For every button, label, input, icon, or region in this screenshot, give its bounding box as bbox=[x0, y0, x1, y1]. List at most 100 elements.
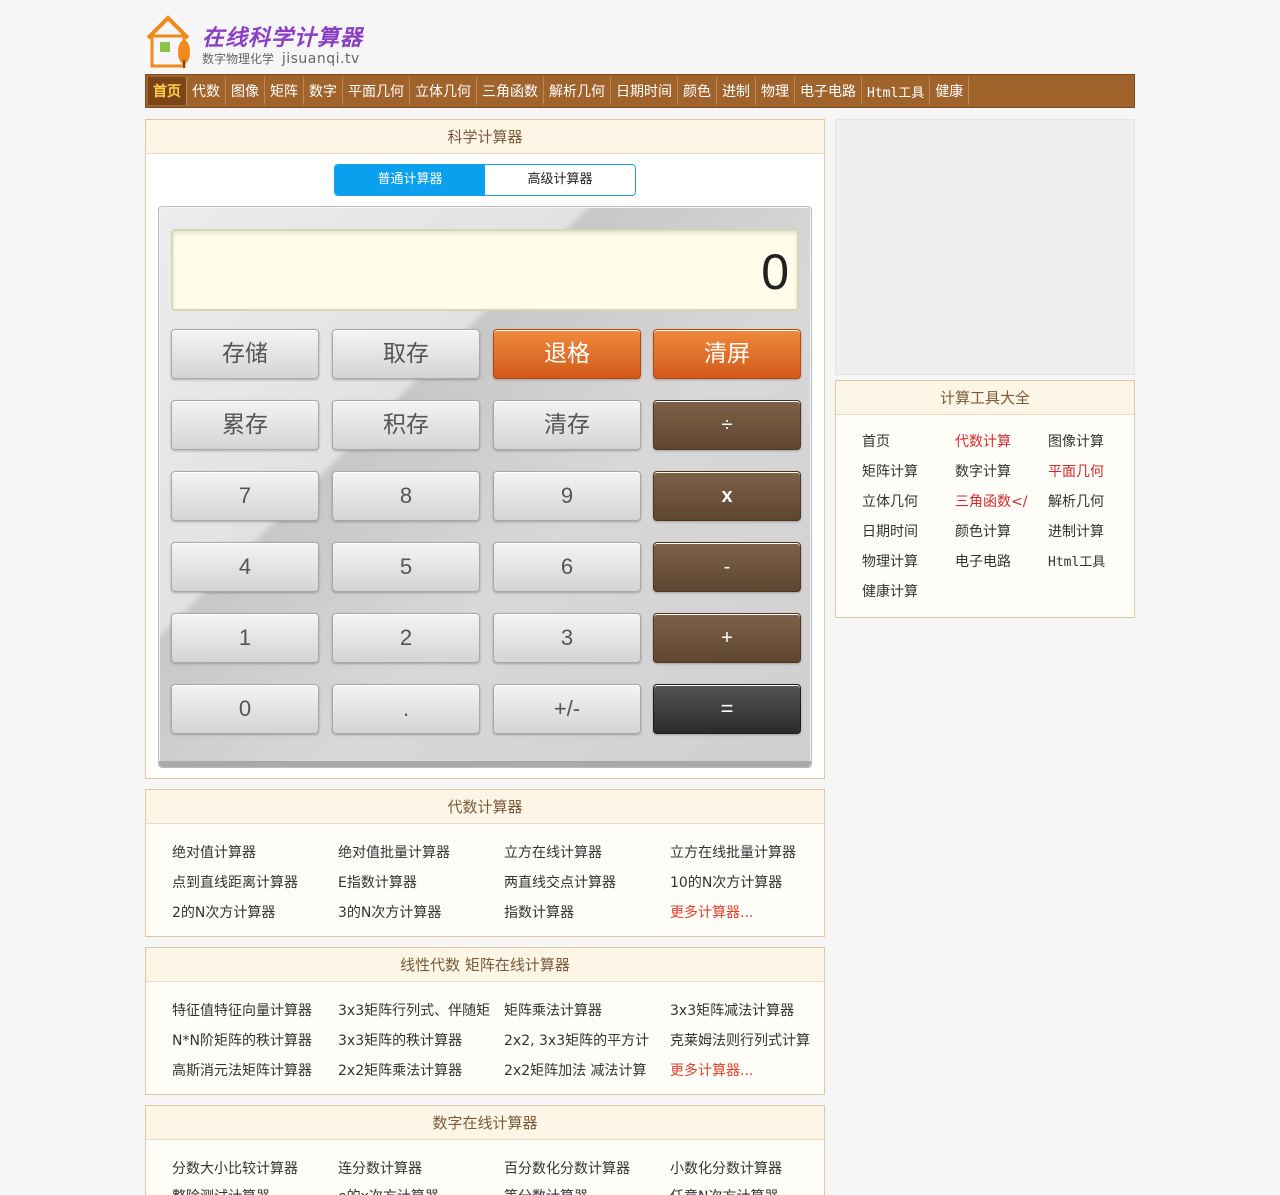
digit-0-button[interactable]: 0 bbox=[171, 684, 319, 734]
tab-advanced-calculator[interactable]: 高级计算器 bbox=[485, 165, 635, 195]
nav-item-home[interactable]: 首页 bbox=[148, 77, 187, 105]
list-item[interactable]: 高斯消元法矩阵计算器 bbox=[172, 1060, 312, 1080]
list-item[interactable]: 两直线交点计算器 bbox=[504, 872, 616, 892]
memory-multiply-button[interactable]: 积存 bbox=[332, 400, 480, 450]
list-item[interactable]: 3x3矩阵的秩计算器 bbox=[338, 1030, 462, 1050]
list-item[interactable]: 等分数计算器 bbox=[504, 1186, 588, 1195]
list-item[interactable]: 指数计算器 bbox=[504, 902, 574, 922]
digit-8-button[interactable]: 8 bbox=[332, 471, 480, 521]
tool-link-plane-geometry[interactable]: 平面几何 bbox=[1048, 461, 1104, 481]
list-item[interactable]: e的x次方计算器 bbox=[338, 1186, 439, 1195]
nav-item-algebra[interactable]: 代数 bbox=[187, 77, 226, 105]
nav-item-circuit[interactable]: 电子电路 bbox=[795, 77, 862, 105]
site-logo[interactable]: 在线科学计算器 数字物理化学 jisuanqi.tv bbox=[144, 10, 384, 70]
digit-1-button[interactable]: 1 bbox=[171, 613, 319, 663]
list-item[interactable]: 2x2, 3x3矩阵的平方计 bbox=[504, 1030, 649, 1050]
list-item[interactable]: 连分数计算器 bbox=[338, 1158, 422, 1178]
equals-button[interactable]: = bbox=[653, 684, 801, 734]
list-item[interactable]: 克莱姆法则行列式计算 bbox=[670, 1030, 810, 1050]
tool-link-graph[interactable]: 图像计算 bbox=[1048, 431, 1104, 451]
tool-link-home[interactable]: 首页 bbox=[862, 431, 890, 451]
logo-domain: jisuanqi.tv bbox=[281, 51, 360, 67]
clear-screen-button[interactable]: 清屏 bbox=[653, 329, 801, 379]
decimal-point-button[interactable]: . bbox=[332, 684, 480, 734]
tool-link-date-time[interactable]: 日期时间 bbox=[862, 521, 918, 541]
list-item[interactable]: 分数大小比较计算器 bbox=[172, 1158, 298, 1178]
tool-link-algebra[interactable]: 代数计算 bbox=[955, 431, 1011, 451]
list-item[interactable]: 点到直线距离计算器 bbox=[172, 872, 298, 892]
more-algebra-link[interactable]: 更多计算器... bbox=[670, 902, 753, 922]
memory-add-button[interactable]: 累存 bbox=[171, 400, 319, 450]
digit-3-button[interactable]: 3 bbox=[493, 613, 641, 663]
list-item[interactable]: 特征值特征向量计算器 bbox=[172, 1000, 312, 1020]
nav-item-plane-geometry[interactable]: 平面几何 bbox=[343, 77, 410, 105]
tool-link-analytic-geometry[interactable]: 解析几何 bbox=[1048, 491, 1104, 511]
tool-link-matrix[interactable]: 矩阵计算 bbox=[862, 461, 918, 481]
digit-2-button[interactable]: 2 bbox=[332, 613, 480, 663]
digit-5-button[interactable]: 5 bbox=[332, 542, 480, 592]
nav-item-health[interactable]: 健康 bbox=[930, 77, 970, 105]
tool-link-physics[interactable]: 物理计算 bbox=[862, 551, 918, 571]
list-item[interactable]: 小数化分数计算器 bbox=[670, 1158, 782, 1178]
house-logo-icon bbox=[146, 15, 190, 68]
nav-item-color[interactable]: 颜色 bbox=[678, 77, 717, 105]
list-item[interactable]: E指数计算器 bbox=[338, 872, 417, 892]
matrix-panel-title: 线性代数 矩阵在线计算器 bbox=[146, 948, 824, 982]
subtract-button[interactable]: - bbox=[653, 542, 801, 592]
list-item[interactable]: 3的N次方计算器 bbox=[338, 902, 441, 922]
list-item[interactable]: 2x2矩阵乘法计算器 bbox=[338, 1060, 462, 1080]
nav-item-trigonometry[interactable]: 三角函数 bbox=[477, 77, 544, 105]
nav-item-radix[interactable]: 进制 bbox=[717, 77, 756, 105]
negate-button[interactable]: +/- bbox=[493, 684, 641, 734]
calculator-body: 0 存储 取存 退格 清屏 累存 积存 清存 ÷ 7 8 9 x 4 5 6 -… bbox=[158, 206, 812, 768]
list-item[interactable]: 整除测试计算器 bbox=[172, 1186, 270, 1195]
tool-link-html[interactable]: Html工具 bbox=[1048, 551, 1105, 570]
memory-recall-button[interactable]: 取存 bbox=[332, 329, 480, 379]
nav-item-html-tools[interactable]: Html工具 bbox=[862, 77, 931, 105]
list-item[interactable]: 百分数化分数计算器 bbox=[504, 1158, 630, 1178]
list-item[interactable]: 2x2矩阵加法 减法计算 bbox=[504, 1060, 647, 1080]
tool-link-color[interactable]: 颜色计算 bbox=[955, 521, 1011, 541]
backspace-button[interactable]: 退格 bbox=[493, 329, 641, 379]
list-item[interactable]: 2的N次方计算器 bbox=[172, 902, 275, 922]
nav-item-graph[interactable]: 图像 bbox=[226, 77, 265, 105]
tool-link-health[interactable]: 健康计算 bbox=[862, 581, 918, 601]
nav-item-physics[interactable]: 物理 bbox=[756, 77, 795, 105]
nav-item-number[interactable]: 数字 bbox=[304, 77, 343, 105]
digit-7-button[interactable]: 7 bbox=[171, 471, 319, 521]
tool-link-number[interactable]: 数字计算 bbox=[955, 461, 1011, 481]
list-item[interactable]: 绝对值批量计算器 bbox=[338, 842, 450, 862]
tool-link-trigonometry[interactable]: 三角函数</ bbox=[955, 491, 1027, 511]
main-nav: 首页 代数 图像 矩阵 数字 平面几何 立体几何 三角函数 解析几何 日期时间 … bbox=[145, 74, 1135, 108]
tab-basic-calculator[interactable]: 普通计算器 bbox=[335, 165, 485, 195]
memory-clear-button[interactable]: 清存 bbox=[493, 400, 641, 450]
multiply-button[interactable]: x bbox=[653, 471, 801, 521]
tool-link-circuit[interactable]: 电子电路 bbox=[955, 551, 1011, 571]
add-button[interactable]: + bbox=[653, 613, 801, 663]
divide-button[interactable]: ÷ bbox=[653, 400, 801, 450]
nav-item-analytic-geometry[interactable]: 解析几何 bbox=[544, 77, 611, 105]
list-item[interactable]: 3x3矩阵减法计算器 bbox=[670, 1000, 794, 1020]
list-item[interactable]: 立方在线批量计算器 bbox=[670, 842, 796, 862]
memory-store-button[interactable]: 存储 bbox=[171, 329, 319, 379]
nav-item-matrix[interactable]: 矩阵 bbox=[265, 77, 304, 105]
digit-9-button[interactable]: 9 bbox=[493, 471, 641, 521]
tool-link-solid-geometry[interactable]: 立体几何 bbox=[862, 491, 918, 511]
algebra-panel: 代数计算器 绝对值计算器 绝对值批量计算器 立方在线计算器 立方在线批量计算器 … bbox=[145, 789, 825, 937]
calculator-tabs: 普通计算器 高级计算器 bbox=[334, 164, 636, 196]
list-item[interactable]: 立方在线计算器 bbox=[504, 842, 602, 862]
list-item[interactable]: 绝对值计算器 bbox=[172, 842, 256, 862]
list-item[interactable]: 任意N次方计算器 bbox=[670, 1186, 778, 1195]
digit-4-button[interactable]: 4 bbox=[171, 542, 319, 592]
logo-subtitle-text: 数字物理化学 bbox=[202, 52, 275, 66]
nav-item-date-time[interactable]: 日期时间 bbox=[611, 77, 678, 105]
nav-item-solid-geometry[interactable]: 立体几何 bbox=[410, 77, 477, 105]
list-item[interactable]: 3x3矩阵行列式、伴随矩 bbox=[338, 1000, 490, 1020]
digit-6-button[interactable]: 6 bbox=[493, 542, 641, 592]
list-item[interactable]: N*N阶矩阵的秩计算器 bbox=[172, 1030, 312, 1050]
list-item[interactable]: 矩阵乘法计算器 bbox=[504, 1000, 602, 1020]
numbers-panel: 数字在线计算器 分数大小比较计算器 连分数计算器 百分数化分数计算器 小数化分数… bbox=[145, 1105, 825, 1195]
list-item[interactable]: 10的N次方计算器 bbox=[670, 872, 782, 892]
tool-link-radix[interactable]: 进制计算 bbox=[1048, 521, 1104, 541]
more-matrix-link[interactable]: 更多计算器... bbox=[670, 1060, 753, 1080]
